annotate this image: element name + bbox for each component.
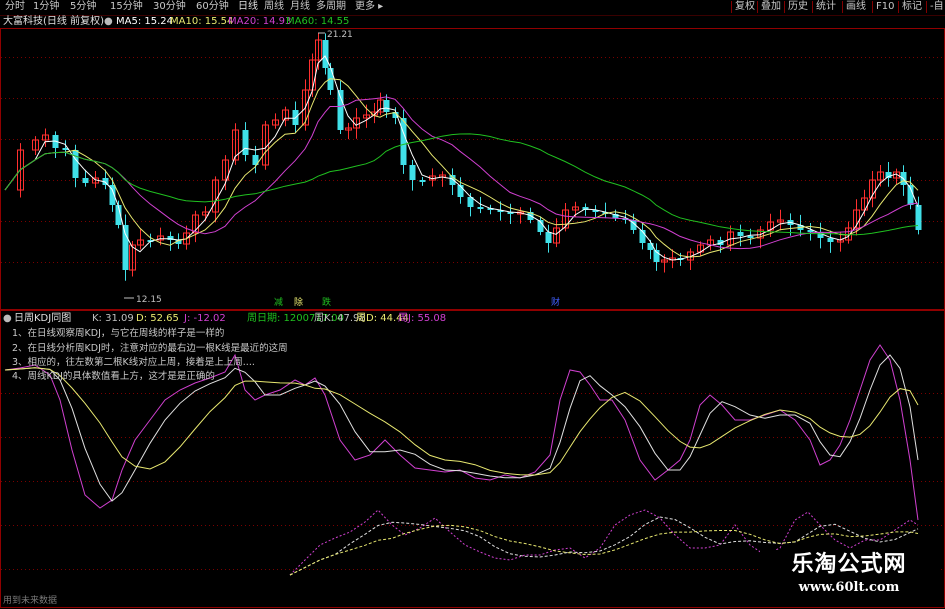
candle-body-25 (242, 130, 249, 155)
candle-body-80 (737, 232, 744, 236)
kdj-d-line (4, 367, 919, 476)
candle-body-7 (82, 178, 89, 183)
candle-body-96 (885, 172, 892, 178)
kdj-value-2: J: -12.02 (184, 313, 226, 324)
candle-body-100 (915, 205, 922, 230)
event-marker-3: 财 (551, 296, 560, 308)
kdj-note-4: 4、周线KDJ的具体数值看上方，这才是是正确的 (12, 371, 215, 382)
event-marker-0: 减 (274, 296, 283, 308)
candle-body-44 (400, 118, 407, 165)
main-panel-frame (0, 28, 945, 310)
watermark-title: 乐淘公式网 (791, 552, 907, 577)
indicator-settings-icon[interactable]: ● (104, 16, 113, 28)
kdj-value-6: 周J: 55.08 (398, 313, 447, 324)
site-watermark: 乐淘公式网 www.60lt.com (760, 550, 938, 604)
high-price-label: 21.21 (327, 30, 353, 40)
candle-body-52 (477, 207, 484, 209)
low-price-label: 12.15 (136, 295, 162, 305)
event-marker-2: 跌 (322, 297, 331, 308)
candle-body-49 (449, 175, 456, 185)
kdj-note-3: 3、相应的，往左数第二根K线对应上周，接着是上上周.... (12, 357, 255, 368)
ma-label-3: MA60: 14.55 (286, 16, 350, 27)
ma-label-0: MA5: 15.24 (116, 16, 174, 27)
candle-body-45 (409, 165, 416, 180)
candle-body-6 (72, 150, 79, 178)
candle-body-34 (322, 40, 329, 68)
ma10-line (4, 78, 919, 258)
ma-label-2: MA20: 14.93 (228, 16, 292, 27)
main-panel-title: 大富科技(日线 前复权) (3, 16, 104, 27)
candle-body-89 (827, 238, 834, 242)
kdj-panel-title: 日周KDJ同图 (14, 313, 72, 324)
future-data-hint: 用到未来数据 (3, 596, 58, 606)
ma20-line (4, 96, 919, 250)
kdj-settings-icon[interactable]: ● (3, 313, 12, 325)
kdj-value-0: K: 31.09 (92, 313, 134, 324)
candle-body-12 (122, 225, 129, 270)
candle-body-59 (545, 232, 552, 243)
watermark-url: www.60lt.com (798, 580, 900, 595)
candle-body-42 (383, 100, 390, 112)
candle-body-46 (419, 180, 426, 182)
candle-body-81 (747, 236, 754, 238)
stock-chart-window: 分时 1分钟 5分钟 15分钟 30分钟 60分钟 日线 周线 月线 多周期 更多 ▸ 复权 叠加 历史统… (0, 0, 945, 609)
kdj-note-2: 2、在日线分析周KDJ时，注意对应的最右边一根K线是最近的这周 (12, 343, 288, 354)
kdj-note-1: 1、在日线观察周KDJ，与它在周线的样子是一样的 (12, 328, 225, 339)
event-marker-1: 除 (294, 296, 303, 308)
chart-canvas: 21.21 12.15 减除 跌 财 (0, 28, 945, 608)
kdj-value-1: D: 52.65 (136, 313, 179, 324)
ma-label-1: MA10: 15.54 (170, 16, 234, 27)
